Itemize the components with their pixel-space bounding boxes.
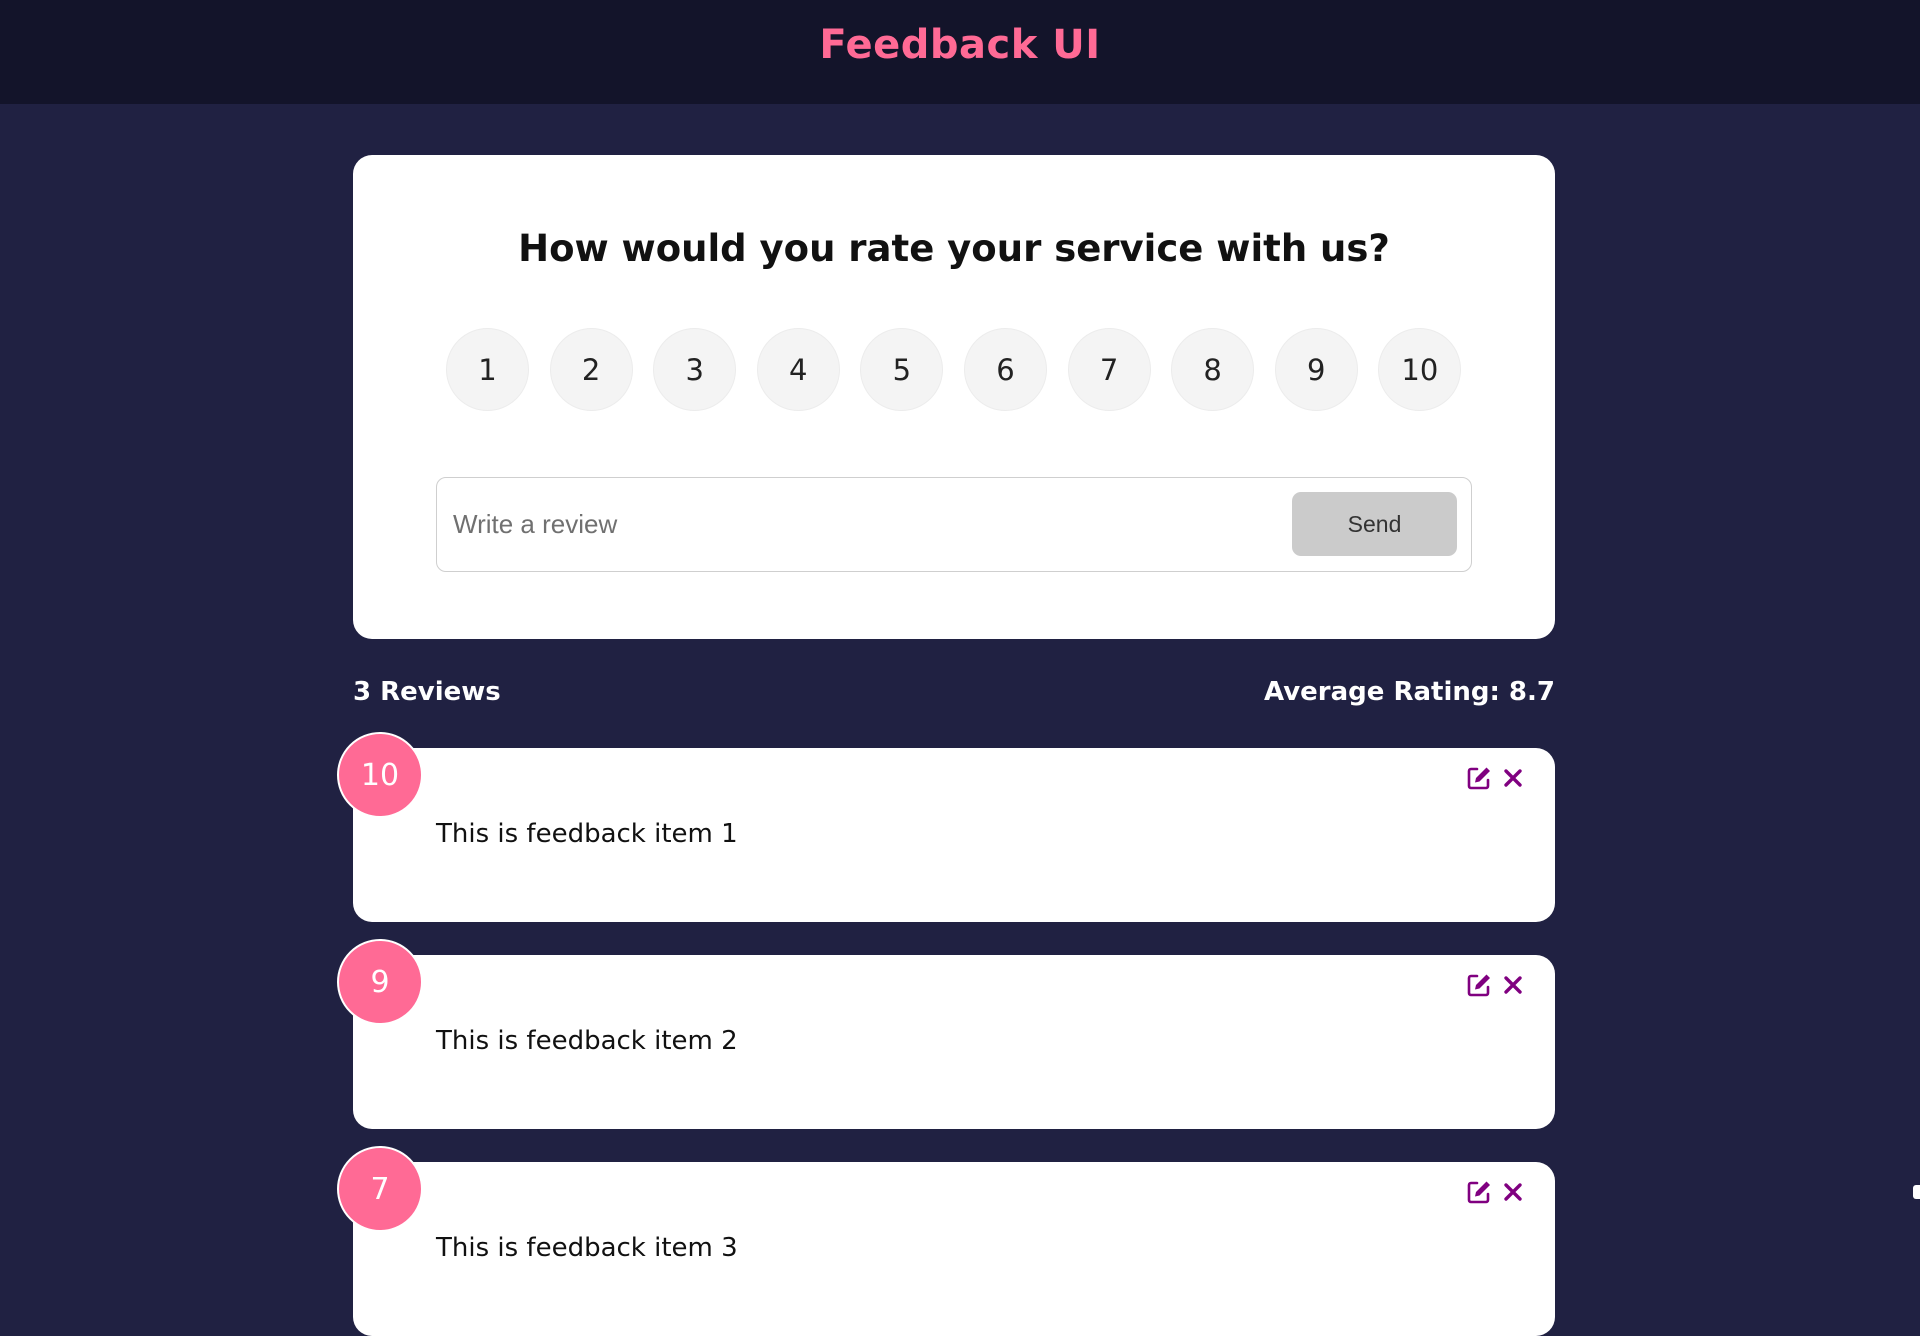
rating-option-2[interactable]: 2 xyxy=(549,328,633,411)
app-title: Feedback UI xyxy=(819,22,1101,68)
edit-icon xyxy=(1467,767,1490,790)
rating-option-8[interactable]: 8 xyxy=(1171,328,1255,411)
scroll-edge-marker xyxy=(1913,1185,1920,1199)
rating-option-10[interactable]: 10 xyxy=(1378,328,1462,411)
app-header: Feedback UI xyxy=(0,0,1920,104)
review-input[interactable] xyxy=(453,478,1273,570)
rating-option-4[interactable]: 4 xyxy=(756,328,840,411)
feedback-item: 7 This is feedback item 3 xyxy=(337,1146,1555,1336)
feedback-rating-badge: 7 xyxy=(337,1146,423,1232)
edit-button[interactable] xyxy=(1465,971,1493,999)
edit-button[interactable] xyxy=(1465,1178,1493,1206)
delete-button[interactable] xyxy=(1501,764,1525,792)
feedback-rating-badge: 10 xyxy=(337,732,423,818)
feedback-form-card: How would you rate your service with us?… xyxy=(353,155,1555,639)
edit-icon xyxy=(1467,974,1490,997)
form-heading: How would you rate your service with us? xyxy=(518,227,1390,270)
delete-button[interactable] xyxy=(1501,1178,1525,1206)
feedback-rating-badge: 9 xyxy=(337,939,423,1025)
close-icon xyxy=(1504,769,1522,787)
rating-option-9[interactable]: 9 xyxy=(1274,328,1358,411)
review-input-group: Send xyxy=(436,477,1472,572)
edit-button[interactable] xyxy=(1465,764,1493,792)
send-button[interactable]: Send xyxy=(1292,492,1457,556)
average-rating: Average Rating: 8.7 xyxy=(1264,677,1555,707)
review-count: 3 Reviews xyxy=(353,677,501,707)
feedback-text: This is feedback item 3 xyxy=(436,1233,738,1263)
rating-option-6[interactable]: 6 xyxy=(963,328,1047,411)
feedback-text: This is feedback item 2 xyxy=(436,1026,738,1056)
rating-selector: 1 2 3 4 5 6 7 8 9 10 xyxy=(446,328,1462,411)
delete-button[interactable] xyxy=(1501,971,1525,999)
edit-icon xyxy=(1467,1181,1490,1204)
feedback-item: 9 This is feedback item 2 xyxy=(337,939,1555,1129)
feedback-item: 10 This is feedback item 1 xyxy=(337,732,1555,922)
rating-option-3[interactable]: 3 xyxy=(653,328,737,411)
rating-option-7[interactable]: 7 xyxy=(1067,328,1151,411)
rating-option-5[interactable]: 5 xyxy=(860,328,944,411)
close-icon xyxy=(1504,976,1522,994)
close-icon xyxy=(1504,1183,1522,1201)
rating-option-1[interactable]: 1 xyxy=(446,328,529,411)
feedback-text: This is feedback item 1 xyxy=(436,819,738,849)
